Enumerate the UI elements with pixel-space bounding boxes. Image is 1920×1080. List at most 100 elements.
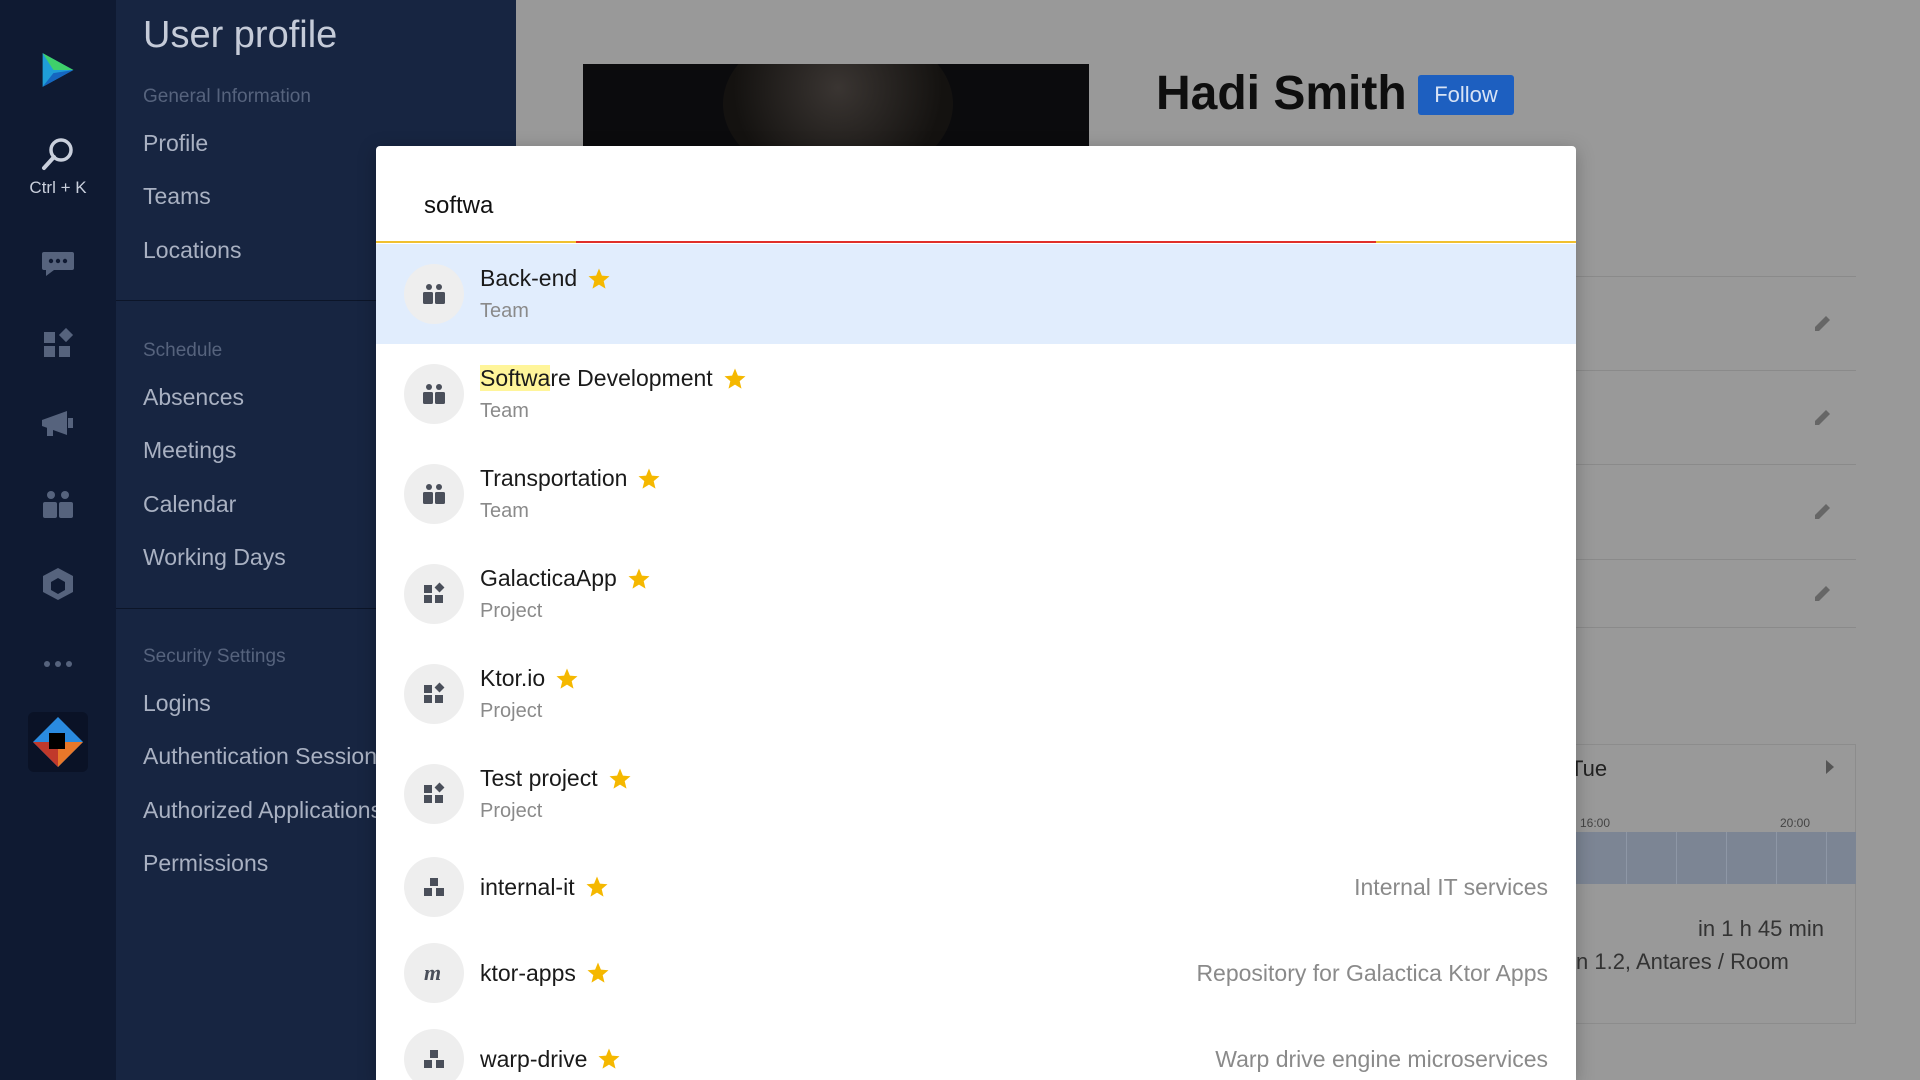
calendar-tick: 20:00 [1780,816,1811,830]
search-result-type: Team [480,500,529,522]
sidebar-item-calendar[interactable]: Calendar [143,491,236,518]
search-result-description: Warp drive engine microservices [1215,1045,1548,1072]
profile-row-divider [1576,559,1856,560]
star-icon[interactable] [586,961,610,985]
search-result-text: Back-end Team [480,265,611,323]
star-icon[interactable] [585,875,609,899]
section-header-schedule: Schedule [143,340,223,361]
sidebar-item-meetings[interactable]: Meetings [143,437,236,464]
sidebar-item-locations[interactable]: Locations [143,237,241,264]
app-logo-icon [38,50,78,90]
project-icon [404,664,464,724]
search-result-item[interactable]: m ktor-apps Repository for Galactica Ktor … [376,930,1576,1016]
chat-rail-item[interactable] [0,244,116,284]
search-result-item[interactable]: warp-drive Warp drive engine microservice… [376,1016,1576,1080]
search-rail-item[interactable]: Ctrl + K [0,134,116,198]
star-icon[interactable] [627,567,651,591]
team-icon [404,264,464,324]
star-icon[interactable] [587,267,611,291]
profile-row-divider [1576,276,1856,277]
search-result-description: Internal IT services [1354,873,1548,900]
m-letter-icon: m [404,943,464,1003]
chat-icon [38,244,78,284]
search-result-type: Project [480,800,543,822]
search-result-item[interactable]: Transportation Team [376,444,1576,544]
star-icon[interactable] [597,1047,621,1071]
sidebar-item-profile[interactable]: Profile [143,130,208,157]
search-input[interactable] [424,192,1424,220]
sidebar-item-authorized-applications[interactable]: Authorized Applications [143,797,382,824]
search-result-title-rest: re Development [550,365,713,391]
profile-row-divider [1576,464,1856,465]
star-icon[interactable] [723,367,747,391]
projects-rail-item[interactable] [0,324,116,364]
project-icon [404,764,464,824]
sidebar-item-authentication-sessions[interactable]: Authentication Sessions [143,743,389,770]
search-result-type: Team [480,400,529,422]
svg-text:m: m [424,961,441,985]
search-result-title: Test project [480,765,598,791]
calendar-widget [1576,744,1856,1024]
section-header-security: Security Settings [143,646,286,667]
search-result-text: GalacticaApp Project [480,565,651,623]
search-result-title: Transportation [480,465,628,491]
search-result-item[interactable]: Software Development Team [376,344,1576,444]
search-result-item[interactable]: Back-end Team [376,244,1576,344]
profile-row-divider [1576,370,1856,371]
repository-icon [404,1029,464,1080]
app-logo[interactable] [0,50,116,90]
meeting-room: n 1.2, Antares / Room [1576,949,1789,974]
search-icon [38,134,78,174]
search-result-title: warp-drive [480,1045,588,1072]
sidebar-item-logins[interactable]: Logins [143,690,211,717]
search-result-item[interactable]: internal-it Internal IT services [376,844,1576,930]
edit-pencil-icon[interactable] [1812,312,1834,334]
toolbox-rail-item[interactable] [0,712,116,772]
star-icon[interactable] [555,667,579,691]
profile-row-divider [1576,627,1856,628]
search-result-title: internal-it [480,873,575,900]
sidebar-item-permissions[interactable]: Permissions [143,850,268,877]
repository-icon [404,857,464,917]
packages-icon [38,564,78,604]
search-result-description: Repository for Galactica Ktor Apps [1196,959,1548,986]
project-icon [404,564,464,624]
search-result-title: Back-end [480,265,578,291]
search-result-title: Ktor.io [480,665,546,691]
search-match-highlight: Softwa [480,365,551,391]
sidebar-item-teams[interactable]: Teams [143,183,211,210]
search-result-item[interactable]: Ktor.io Project [376,644,1576,744]
search-result-text: Transportation Team [480,465,661,523]
more-rail-item[interactable] [0,644,116,684]
search-results: Back-end Team Software Development Team Tran… [376,244,1576,1080]
search-result-type: Project [480,600,543,622]
profile-photo [583,64,1089,154]
teams-rail-item[interactable] [0,484,116,524]
star-icon[interactable] [637,467,661,491]
edit-pencil-icon[interactable] [1812,500,1834,522]
follow-button[interactable]: Follow [1418,75,1514,115]
search-shortcut-label: Ctrl + K [29,178,87,197]
search-result-item[interactable]: GalacticaApp Project [376,544,1576,644]
projects-icon [38,324,78,364]
meeting-time: in 1 h 45 min [1698,916,1824,941]
toolbox-icon [28,712,88,772]
calendar-tick: 16:00 [1580,816,1611,830]
search-result-item[interactable]: Test project Project [376,744,1576,844]
search-result-title: ktor-apps [480,959,576,986]
packages-rail-item[interactable] [0,564,116,604]
search-result-text: Ktor.io Project [480,665,579,723]
team-icon [404,464,464,524]
search-result-text: ktor-apps [480,960,610,987]
announcements-rail-item[interactable] [0,404,116,444]
edit-pencil-icon[interactable] [1812,582,1834,604]
profile-name: Hadi Smith [1156,67,1407,120]
edit-pencil-icon[interactable] [1812,406,1834,428]
calendar-next-arrow-icon[interactable] [1826,760,1834,774]
search-result-text: Test project Project [480,765,632,823]
star-icon[interactable] [608,767,632,791]
app-rail: Ctrl + K [0,0,116,1080]
sidebar-item-absences[interactable]: Absences [143,384,244,411]
sidebar-item-working-days[interactable]: Working Days [143,544,286,571]
search-result-text: Software Development Team [480,365,747,423]
